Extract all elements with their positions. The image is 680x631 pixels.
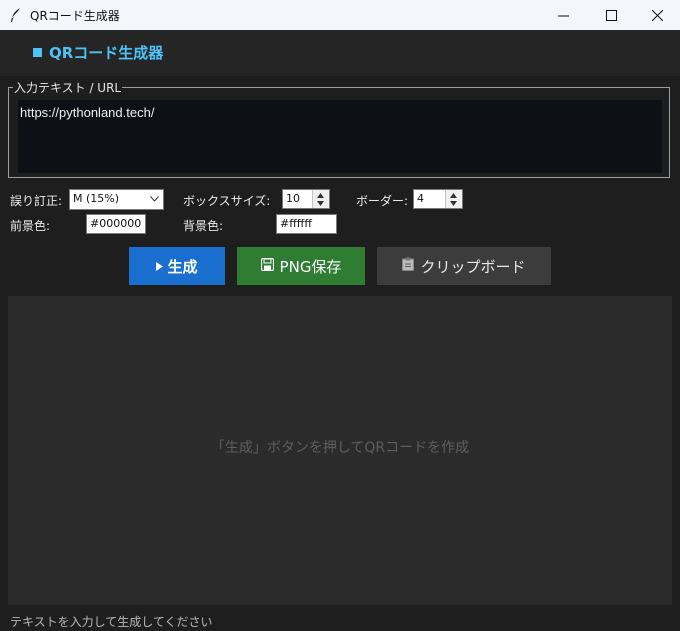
close-icon xyxy=(651,9,663,21)
border-label: ボーダー: xyxy=(356,194,409,208)
clipboard-button-label: クリップボード xyxy=(420,257,526,276)
foreground-color-input[interactable]: #000000 xyxy=(86,214,146,234)
app-header: QRコード生成器 xyxy=(0,30,680,76)
play-icon xyxy=(156,257,164,275)
minimize-button[interactable] xyxy=(540,0,586,30)
title-bar: QRコード生成器 xyxy=(0,0,680,30)
border-spinbox[interactable]: 4 xyxy=(413,189,463,209)
header-title-text: QRコード生成器 xyxy=(49,44,164,62)
spin-arrows[interactable] xyxy=(445,190,462,208)
window-title: QRコード生成器 xyxy=(30,9,120,23)
save-png-button-label: PNG保存 xyxy=(279,257,342,276)
floppy-disk-icon xyxy=(260,257,274,275)
error-correction-select[interactable]: M (15%) xyxy=(69,189,164,210)
spin-arrows[interactable] xyxy=(312,190,329,208)
input-legend: 入力テキスト / URL xyxy=(13,79,123,96)
background-color-input[interactable]: #ffffff xyxy=(276,214,337,234)
clipboard-icon xyxy=(402,257,415,275)
background-label: 背景色: xyxy=(183,219,224,233)
spin-up-icon[interactable] xyxy=(450,193,457,198)
maximize-button[interactable] xyxy=(588,0,634,30)
spin-down-icon[interactable] xyxy=(317,201,324,206)
foreground-label: 前景色: xyxy=(10,219,51,233)
error-correction-label: 誤り訂正: xyxy=(10,194,63,208)
border-value: 4 xyxy=(417,192,424,205)
box-size-value: 10 xyxy=(286,192,300,205)
square-icon xyxy=(33,48,42,57)
box-size-label: ボックスサイズ: xyxy=(183,194,271,208)
qr-preview-area: 「生成」ボタンを押してQRコードを作成 xyxy=(8,296,672,605)
error-correction-value: M (15%) xyxy=(73,192,120,205)
spin-up-icon[interactable] xyxy=(317,193,324,198)
feather-icon xyxy=(9,7,23,23)
status-bar: テキストを入力して生成してください xyxy=(10,615,213,629)
save-png-button[interactable]: PNG保存 xyxy=(237,247,365,285)
generate-button-label: 生成 xyxy=(167,257,198,276)
minimize-icon xyxy=(557,15,569,16)
spin-down-icon[interactable] xyxy=(450,201,457,206)
maximize-icon xyxy=(605,9,617,21)
generate-button[interactable]: 生成 xyxy=(129,247,225,285)
preview-hint: 「生成」ボタンを押してQRコードを作成 xyxy=(210,440,470,456)
text-input[interactable]: https://pythonland.tech/ xyxy=(18,100,662,173)
chevron-down-icon xyxy=(150,196,159,202)
box-size-spinbox[interactable]: 10 xyxy=(282,189,330,209)
clipboard-button[interactable]: クリップボード xyxy=(377,247,551,285)
close-button[interactable] xyxy=(634,0,680,30)
app-header-title: QRコード生成器 xyxy=(33,42,163,63)
